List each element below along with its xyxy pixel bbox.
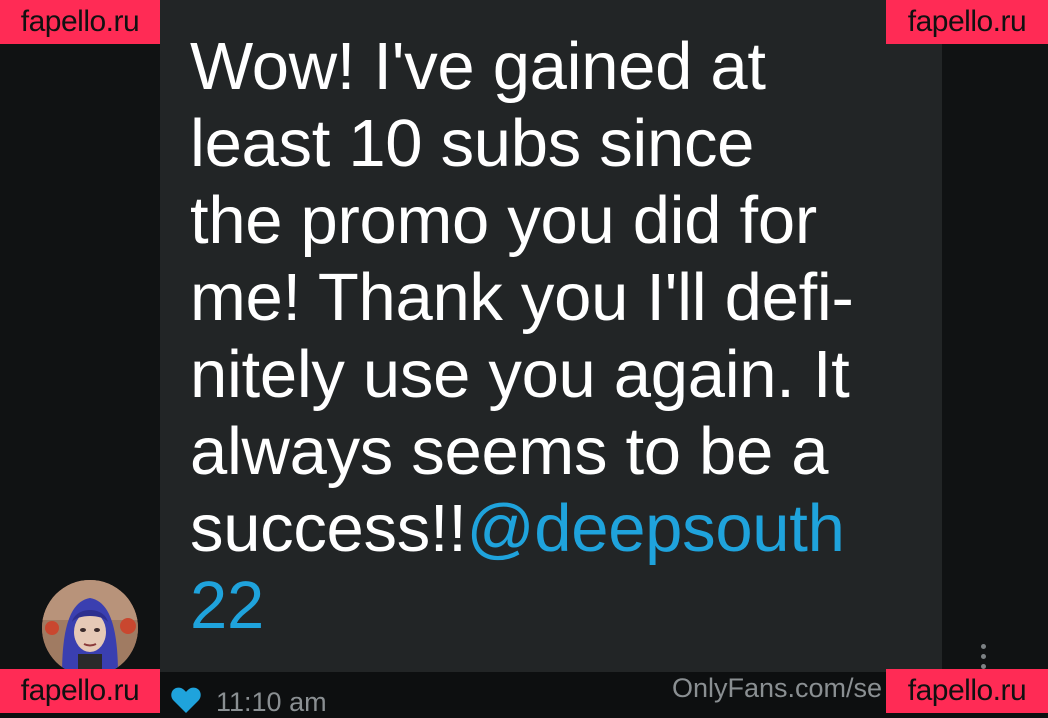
message-line: me! Thank you I'll defi- bbox=[190, 260, 854, 335]
right-background bbox=[942, 0, 1048, 713]
message-line: nitely use you again. It bbox=[190, 337, 850, 412]
more-vertical-icon[interactable] bbox=[978, 644, 988, 672]
avatar-image bbox=[42, 580, 138, 676]
message-line: least 10 subs since bbox=[190, 106, 755, 181]
watermark-bottom-left: fapello.ru bbox=[0, 669, 160, 713]
message-text: Wow! I've gained at least 10 subs since … bbox=[190, 28, 930, 644]
message-line: Wow! I've gained at bbox=[190, 29, 766, 104]
message-line: always seems to be a bbox=[190, 414, 829, 489]
watermark-bottom-right: fapello.ru bbox=[886, 669, 1048, 713]
message-line-last: success!!@deepsouth bbox=[190, 490, 930, 567]
source-url: OnlyFans.com/se bbox=[672, 673, 883, 703]
avatar[interactable] bbox=[42, 580, 138, 676]
message-bubble: Wow! I've gained at least 10 subs since … bbox=[160, 0, 942, 672]
message-line: the promo you did for bbox=[190, 183, 817, 258]
mention-link[interactable]: @deepsouth bbox=[467, 491, 845, 566]
watermark-top-left: fapello.ru bbox=[0, 0, 160, 44]
message-timestamp: 11:10 am bbox=[216, 687, 327, 717]
mention-link-continued[interactable]: 22 bbox=[190, 567, 930, 644]
heart-icon[interactable] bbox=[170, 686, 202, 714]
watermark-top-right: fapello.ru bbox=[886, 0, 1048, 44]
message-line-text: success!! bbox=[190, 491, 467, 566]
